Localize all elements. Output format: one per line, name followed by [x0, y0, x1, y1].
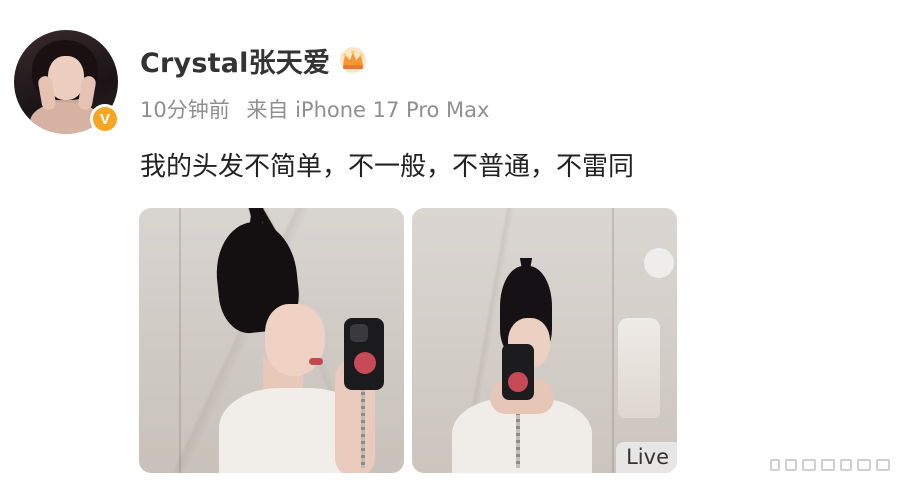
- phone-grip: [508, 372, 528, 392]
- phone: [344, 318, 384, 390]
- post-meta: 10分钟前 来自 iPhone 17 Pro Max: [140, 94, 489, 124]
- live-photo-badge: Live: [616, 442, 677, 473]
- weibo-post: V Crystal张天爱 10分钟前 来自 iPhone 17 Pro Max …: [0, 0, 910, 480]
- post-photo-2[interactable]: Live: [412, 208, 677, 473]
- phone: [502, 344, 534, 400]
- post-time: 10分钟前: [140, 98, 230, 122]
- phone-grip: [354, 352, 376, 374]
- phone-chain: [516, 408, 520, 468]
- watermark-icon: [770, 458, 900, 472]
- lips: [309, 358, 323, 365]
- phone-chain: [361, 388, 365, 468]
- username[interactable]: Crystal张天爱: [140, 41, 330, 80]
- post-text: 我的头发不简单，不一般，不普通，不雷同: [140, 152, 635, 182]
- post-photo-1[interactable]: [139, 208, 404, 473]
- verified-badge-icon: V: [90, 104, 120, 134]
- post-source[interactable]: 来自 iPhone 17 Pro Max: [246, 94, 489, 124]
- crown-icon[interactable]: [338, 46, 368, 74]
- author-row: Crystal张天爱: [140, 40, 368, 80]
- face: [265, 304, 325, 376]
- wall-seam: [179, 208, 181, 473]
- wall-seam: [612, 208, 614, 473]
- verified-badge-letter: V: [93, 107, 117, 131]
- phone-camera: [350, 324, 368, 342]
- light-glow: [644, 248, 674, 278]
- towel: [618, 318, 660, 418]
